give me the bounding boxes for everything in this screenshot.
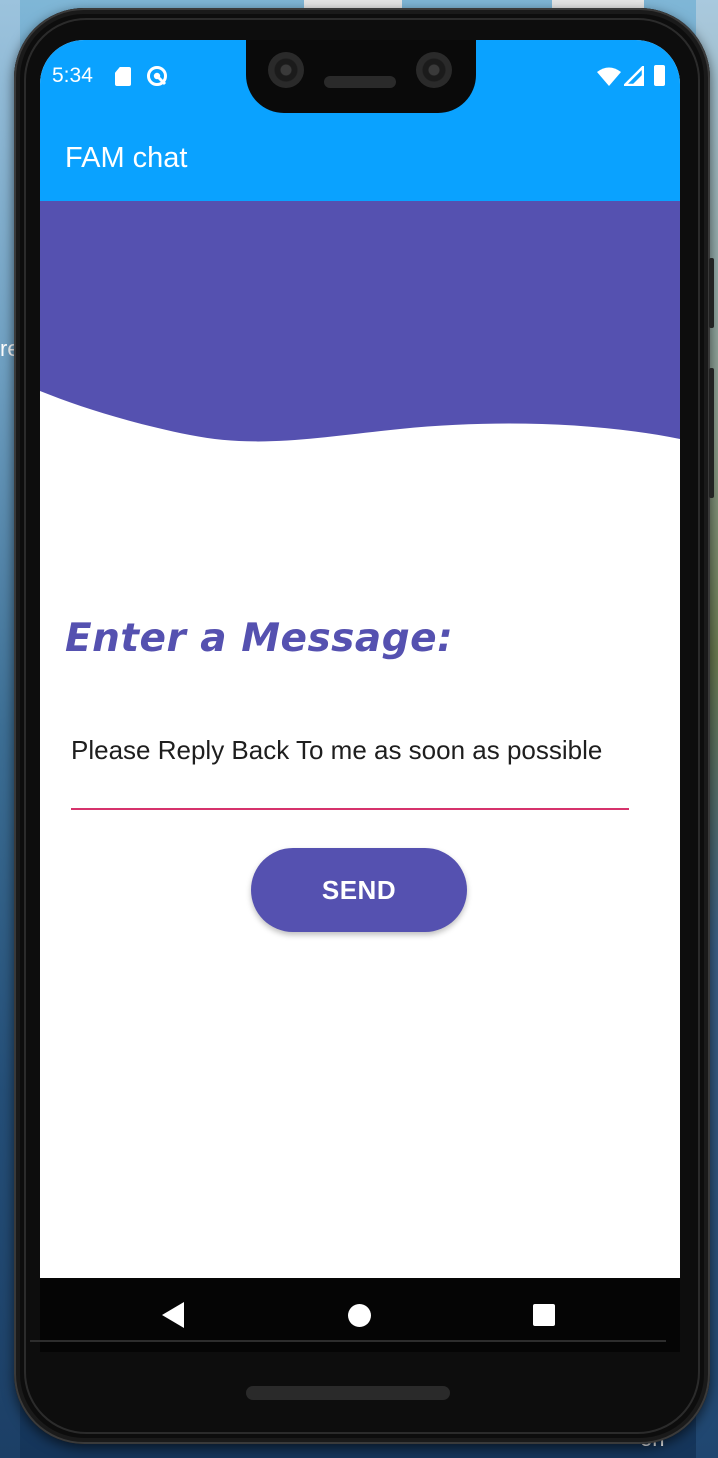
app-bar: FAM chat	[40, 124, 680, 202]
power-button[interactable]	[709, 258, 714, 328]
status-bar: 5:34	[40, 40, 680, 124]
battery-icon	[654, 65, 665, 86]
signal-icon	[624, 66, 644, 86]
device-screen: 5:34 FAM chat Enter a Message: Please Re…	[40, 40, 680, 1352]
desktop-window-thumbnail	[304, 0, 402, 8]
sd-card-icon	[115, 67, 131, 86]
phone-chin-divider	[30, 1340, 666, 1342]
volume-button[interactable]	[709, 368, 714, 498]
sync-icon	[147, 66, 167, 86]
camera-notch	[246, 40, 476, 113]
app-title: FAM chat	[65, 142, 188, 174]
wave-header-graphic	[40, 201, 680, 442]
earpiece-speaker	[324, 76, 396, 88]
desktop-window-thumbnail	[552, 0, 644, 8]
front-camera-icon	[416, 52, 452, 88]
front-camera-icon	[268, 52, 304, 88]
recents-icon[interactable]	[533, 1304, 555, 1326]
home-icon[interactable]	[348, 1304, 371, 1327]
back-icon[interactable]	[162, 1302, 184, 1328]
message-input[interactable]: Please Reply Back To me as soon as possi…	[71, 734, 629, 810]
send-button[interactable]: SEND	[251, 848, 467, 932]
wifi-icon	[597, 67, 621, 86]
message-heading: Enter a Message:	[65, 616, 454, 661]
status-time: 5:34	[52, 64, 93, 87]
bottom-speaker	[246, 1386, 450, 1400]
